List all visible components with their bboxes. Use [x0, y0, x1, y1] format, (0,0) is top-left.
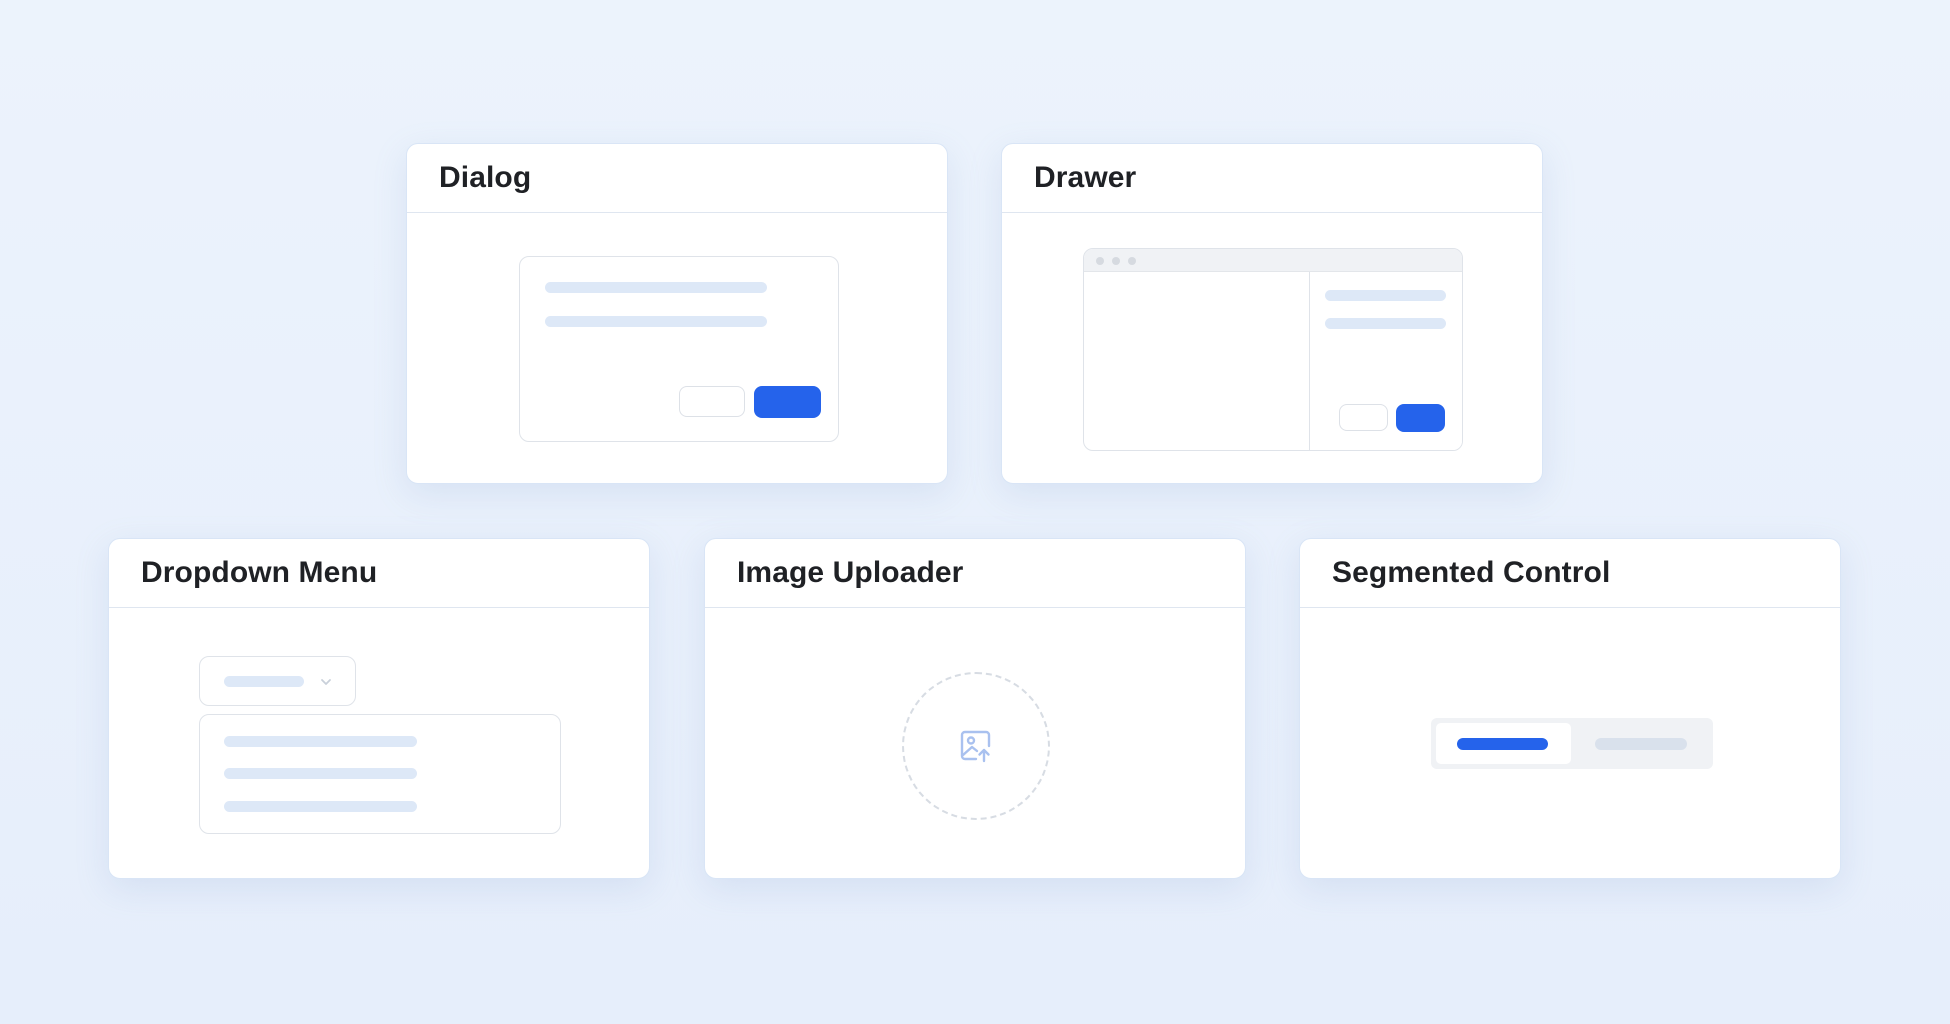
dialog-card-header: Dialog: [407, 144, 947, 213]
segment-active[interactable]: [1436, 723, 1571, 764]
menu-item[interactable]: [224, 801, 417, 812]
dropdown-menu-preview: [109, 608, 649, 878]
drawer-panel: [1309, 272, 1462, 450]
image-uploader-preview: [705, 608, 1245, 878]
confirm-button[interactable]: [1396, 404, 1445, 432]
window-dot: [1096, 257, 1104, 265]
placeholder-line: [545, 316, 767, 327]
dropdown-menu-card[interactable]: Dropdown Menu: [108, 538, 650, 879]
segmented-control: [1431, 718, 1713, 769]
cancel-button[interactable]: [679, 386, 745, 417]
window-titlebar: [1084, 249, 1462, 272]
upload-dropzone[interactable]: [902, 672, 1050, 820]
placeholder-line: [1325, 290, 1446, 301]
drawer-card-header: Drawer: [1002, 144, 1542, 213]
segment-label-bar: [1457, 738, 1548, 750]
image-uploader-card[interactable]: Image Uploader: [704, 538, 1246, 879]
segmented-control-card-header: Segmented Control: [1300, 539, 1840, 608]
segment-label-bar: [1595, 738, 1687, 750]
menu-item[interactable]: [224, 736, 417, 747]
drawer-card[interactable]: Drawer: [1001, 143, 1543, 484]
placeholder-line: [545, 282, 767, 293]
cancel-button[interactable]: [1339, 404, 1388, 431]
segmented-control-preview: [1300, 608, 1840, 878]
window-dot: [1128, 257, 1136, 265]
card-title: Dialog: [439, 161, 532, 194]
segment-inactive[interactable]: [1572, 723, 1708, 764]
chevron-down-icon: [321, 679, 331, 685]
image-uploader-card-header: Image Uploader: [705, 539, 1245, 608]
drawer-preview: [1002, 213, 1542, 483]
dialog-preview: [407, 213, 947, 483]
dialog-window: [519, 256, 839, 442]
placeholder-line: [224, 676, 304, 687]
window-dot: [1112, 257, 1120, 265]
card-title: Drawer: [1034, 161, 1137, 194]
card-title: Dropdown Menu: [141, 556, 378, 589]
card-title: Segmented Control: [1332, 556, 1611, 589]
dropdown-list: [199, 714, 561, 834]
dropdown-menu-card-header: Dropdown Menu: [109, 539, 649, 608]
confirm-button[interactable]: [754, 386, 821, 418]
dialog-card[interactable]: Dialog: [406, 143, 948, 484]
dropdown-trigger[interactable]: [199, 656, 356, 706]
card-title: Image Uploader: [737, 556, 964, 589]
segmented-control-card[interactable]: Segmented Control: [1299, 538, 1841, 879]
browser-window: [1083, 248, 1463, 451]
menu-item[interactable]: [224, 768, 417, 779]
image-upload-icon: [960, 730, 991, 763]
placeholder-line: [1325, 318, 1446, 329]
